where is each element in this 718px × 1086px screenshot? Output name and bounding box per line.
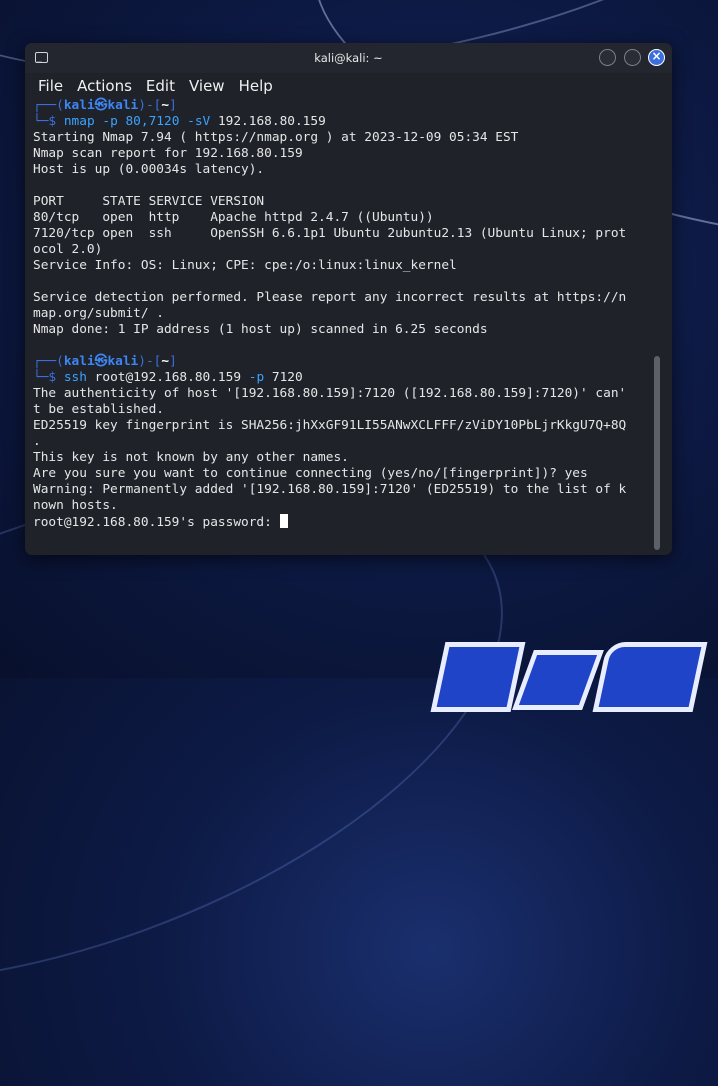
- prompt-line: ┌──(kali㉿kali)-[~]: [33, 354, 177, 369]
- output-line: Warning: Permanently added '[192.168.80.…: [33, 482, 627, 497]
- menu-bar: File Actions Edit View Help: [25, 73, 672, 98]
- menu-actions[interactable]: Actions: [70, 77, 139, 95]
- kali-logo-fragment: [592, 642, 708, 712]
- title-bar[interactable]: _ kali@kali: ~ ×: [25, 43, 672, 73]
- output-line: Service detection performed. Please repo…: [33, 290, 627, 305]
- output-line: map.org/submit/ .: [33, 306, 164, 321]
- password-prompt-line[interactable]: root@192.168.80.159's password:: [33, 514, 672, 530]
- close-button[interactable]: ×: [648, 49, 665, 66]
- output-line: nown hosts.: [33, 498, 118, 513]
- output-line: Nmap done: 1 IP address (1 host up) scan…: [33, 322, 488, 337]
- terminal-output[interactable]: ┌──(kali㉿kali)-[~] └─$ nmap -p 80,7120 -…: [25, 98, 672, 555]
- kali-logo-fragment: [430, 642, 526, 712]
- output-line: Starting Nmap 7.94 ( https://nmap.org ) …: [33, 130, 519, 145]
- output-line: .: [33, 434, 41, 449]
- terminal-window[interactable]: _ kali@kali: ~ × File Actions Edit View …: [25, 43, 672, 555]
- command-line: └─$ ssh root@192.168.80.159 -p 7120: [33, 370, 303, 385]
- output-line: t be established.: [33, 402, 164, 417]
- output-line: Are you sure you want to continue connec…: [33, 466, 588, 481]
- menu-help[interactable]: Help: [232, 77, 280, 95]
- window-title: kali@kali: ~: [314, 51, 383, 65]
- output-line: 80/tcp open http Apache httpd 2.4.7 ((Ub…: [33, 210, 434, 225]
- menu-file[interactable]: File: [31, 77, 70, 95]
- output-line: Nmap scan report for 192.168.80.159: [33, 146, 303, 161]
- command-line: └─$ nmap -p 80,7120 -sV 192.168.80.159: [33, 114, 326, 129]
- minimize-button[interactable]: [599, 49, 616, 66]
- password-prompt: root@192.168.80.159's password:: [33, 515, 280, 530]
- output-line: ocol 2.0): [33, 242, 103, 257]
- menu-view[interactable]: View: [182, 77, 232, 95]
- output-line: This key is not known by any other names…: [33, 450, 349, 465]
- menu-edit[interactable]: Edit: [139, 77, 182, 95]
- output-line: 7120/tcp open ssh OpenSSH 6.6.1p1 Ubuntu…: [33, 226, 627, 241]
- prompt-line: ┌──(kali㉿kali)-[~]: [33, 98, 177, 113]
- kali-logo-fragment: [512, 650, 604, 710]
- output-line: Service Info: OS: Linux; CPE: cpe:/o:lin…: [33, 258, 457, 273]
- output-line: PORT STATE SERVICE VERSION: [33, 194, 265, 209]
- output-line: ED25519 key fingerprint is SHA256:jhXxGF…: [33, 418, 627, 433]
- close-icon: ×: [651, 49, 662, 63]
- output-line: The authenticity of host '[192.168.80.15…: [33, 386, 627, 401]
- text-cursor: [279, 514, 288, 528]
- maximize-button[interactable]: [624, 49, 641, 66]
- scrollbar[interactable]: [654, 356, 660, 550]
- output-line: Host is up (0.00034s latency).: [33, 162, 265, 177]
